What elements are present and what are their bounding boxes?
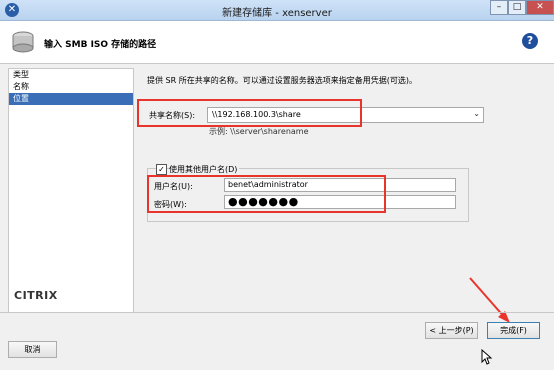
- share-name-example: 示例: \\server\sharename: [209, 127, 309, 136]
- prev-button[interactable]: < 上一步(P): [425, 322, 478, 339]
- sidebar-item-location[interactable]: 位置: [9, 93, 133, 105]
- storage-disk-icon: [12, 31, 34, 53]
- chevron-down-icon[interactable]: ⌄: [473, 109, 480, 118]
- annotation-share-highlight: [137, 99, 362, 127]
- annotation-credentials-highlight: [147, 175, 386, 213]
- instructions-text: 提供 SR 所在共享的名称。可以通过设置服务器选项来指定备用凭据(可选)。: [147, 76, 417, 85]
- footer-separator: [0, 312, 554, 313]
- title-bar: ✕ 新建存储库 - xenserver – □ ✕: [0, 0, 554, 21]
- sidebar-item-name[interactable]: 名称: [9, 81, 133, 93]
- finish-button[interactable]: 完成(F): [487, 322, 540, 339]
- annotation-arrow-icon: [469, 277, 510, 323]
- wizard-steps-sidebar: 类型 名称 位置: [8, 68, 134, 313]
- wizard-header: 输入 SMB ISO 存储的路径 ?: [0, 21, 554, 64]
- minimize-button[interactable]: –: [490, 0, 508, 15]
- window-title: 新建存储库 - xenserver: [222, 8, 332, 19]
- page-title: 输入 SMB ISO 存储的路径: [44, 40, 157, 50]
- cancel-button[interactable]: 取消: [8, 341, 57, 358]
- use-other-username-label[interactable]: 使用其他用户名(D): [169, 164, 240, 175]
- maximize-button[interactable]: □: [508, 0, 526, 15]
- mouse-cursor-icon: [481, 349, 493, 365]
- close-button[interactable]: ✕: [526, 0, 554, 15]
- help-icon[interactable]: ?: [522, 33, 538, 49]
- sidebar-item-type[interactable]: 类型: [9, 69, 133, 81]
- citrix-logo: CITRIX: [14, 289, 58, 302]
- use-other-username-checkbox[interactable]: ✓: [156, 164, 167, 175]
